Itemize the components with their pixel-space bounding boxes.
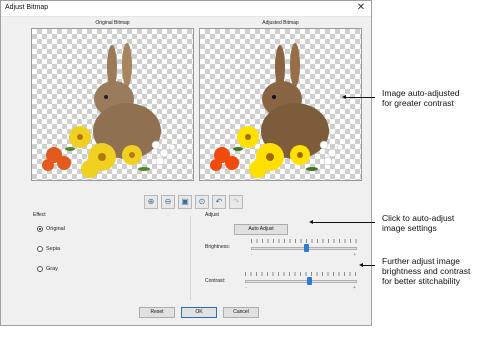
redo-icon[interactable]: ↷ (229, 195, 243, 209)
adjust-label: Adjust (205, 212, 219, 218)
brightness-ticks (251, 239, 357, 243)
ok-button[interactable]: OK (181, 307, 217, 318)
effect-gray-radio[interactable]: Gray (37, 264, 58, 273)
original-bitmap-preview (31, 28, 194, 181)
radio-unselected-icon (37, 245, 43, 252)
further-note: Further adjust image brightness and cont… (382, 256, 470, 286)
further-note-arrow (359, 263, 375, 267)
brightness-minus: - (251, 252, 253, 258)
brightness-label: Brightness: (205, 244, 231, 250)
dialog-title: Adjust Bitmap (5, 4, 49, 11)
radio-selected-icon (37, 225, 43, 232)
image-note-line-1: Image auto-adjusted (382, 88, 460, 98)
reset-button[interactable]: Reset (139, 307, 175, 318)
cancel-button[interactable]: Cancel (223, 307, 259, 318)
zoom-in-icon[interactable]: ⊕ (144, 195, 158, 209)
auto-note-line-1: Click to auto-adjust (382, 213, 455, 223)
rabbit-flowers-image (42, 43, 176, 178)
effect-sepia-radio[interactable]: Sepia (37, 244, 60, 253)
zoom-out-icon[interactable]: ⊖ (161, 195, 175, 209)
zoom-box-icon[interactable]: ▣ (178, 195, 192, 209)
image-note: Image auto-adjusted for greater contrast (382, 88, 460, 108)
adjusted-bitmap-preview (199, 28, 362, 181)
auto-adjust-button[interactable]: Auto Adjust (234, 224, 288, 235)
brightness-slider-thumb[interactable] (303, 244, 309, 252)
effect-original-label: Original (46, 225, 65, 232)
further-note-line-3: for better stitchability (382, 276, 460, 286)
contrast-plus: + (353, 285, 356, 291)
image-note-line-2: for greater contrast (382, 98, 454, 108)
undo-icon[interactable]: ↶ (212, 195, 226, 209)
adjust-bitmap-dialog: Adjust Bitmap ✕ Original Bitmap Adjusted… (0, 0, 372, 326)
brightness-plus: + (353, 252, 356, 258)
contrast-ticks (245, 272, 357, 276)
contrast-slider-track[interactable] (245, 280, 357, 283)
auto-note: Click to auto-adjust image settings (382, 213, 454, 233)
auto-note-arrow (309, 220, 375, 224)
zoom-fit-icon[interactable]: ⊙ (195, 195, 209, 209)
contrast-minus: - (245, 285, 247, 291)
effect-sepia-label: Sepia (46, 245, 61, 252)
effect-original-radio[interactable]: Original (37, 224, 65, 233)
close-icon[interactable]: ✕ (355, 2, 367, 14)
title-bar: Adjust Bitmap ✕ (1, 1, 371, 17)
effect-gray-label: Gray (46, 265, 58, 272)
image-note-arrow (342, 95, 375, 99)
contrast-label: Contrast: (205, 278, 226, 284)
rabbit-flowers-adjusted-image (210, 43, 344, 178)
further-note-line-1: Further adjust image (382, 256, 460, 266)
further-note-line-2: brightness and contrast (382, 266, 471, 276)
adjusted-bitmap-label: Adjusted Bitmap (262, 20, 299, 26)
auto-note-line-2: image settings (382, 223, 437, 233)
contrast-slider-thumb[interactable] (307, 277, 313, 285)
original-bitmap-label: Original Bitmap (95, 20, 130, 26)
radio-unselected-icon (37, 265, 43, 272)
